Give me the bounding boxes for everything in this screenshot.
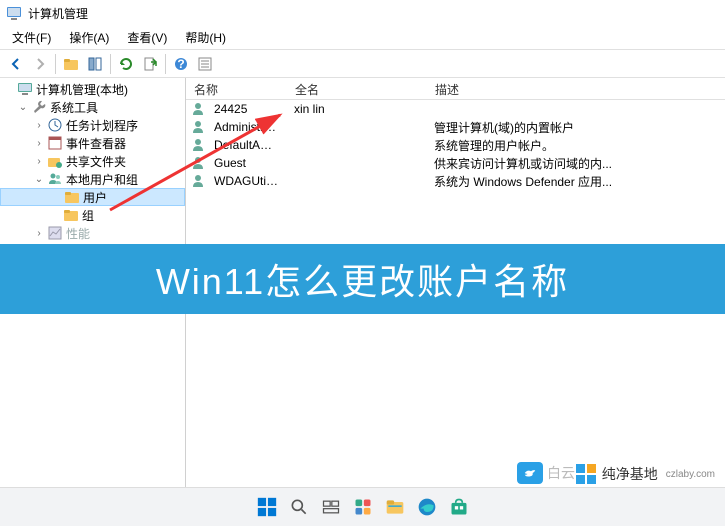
column-name[interactable]: 名称 — [186, 78, 286, 99]
back-button[interactable] — [4, 52, 28, 76]
taskview-icon[interactable] — [319, 495, 343, 519]
user-row[interactable]: 24425xin lin — [186, 100, 725, 118]
user-icon — [190, 137, 206, 153]
properties-button[interactable] — [193, 52, 217, 76]
tree-users[interactable]: › 用户 — [0, 188, 185, 206]
user-row[interactable]: Guest 供来宾访问计算机或访问域的内... — [186, 154, 725, 172]
column-description[interactable]: 描述 — [426, 78, 725, 99]
perf-icon — [47, 225, 63, 241]
tree-label: 组 — [82, 207, 94, 224]
user-row[interactable]: WDAGUtilit... 系统为 Windows Defender 应用... — [186, 172, 725, 190]
tree-local-users-groups[interactable]: ⌄ 本地用户和组 — [0, 170, 185, 188]
folder-icon — [64, 189, 80, 205]
user-icon — [190, 101, 206, 117]
tree-shared-folders[interactable]: › 共享文件夹 — [0, 152, 185, 170]
store-icon[interactable] — [447, 495, 471, 519]
overlay-banner: Win11怎么更改账户名称 — [0, 244, 725, 314]
tree-task-scheduler[interactable]: › 任务计划程序 — [0, 116, 185, 134]
user-row[interactable]: DefaultAcc... 系统管理的用户帐户。 — [186, 136, 725, 154]
cell-fullname: xin lin — [286, 102, 426, 116]
cell-desc: 系统为 Windows Defender 应用... — [426, 173, 725, 190]
toolbar: ? — [0, 50, 725, 78]
svg-text:?: ? — [177, 57, 184, 71]
user-icon — [190, 119, 206, 135]
tree-event-viewer[interactable]: › 事件查看器 — [0, 134, 185, 152]
edge-icon[interactable] — [415, 495, 439, 519]
tree-label: 计算机管理(本地) — [36, 81, 128, 98]
watermark-right: 纯净基地 czlaby.com — [576, 464, 715, 484]
cell-name: DefaultAcc... — [206, 138, 286, 152]
expander[interactable]: ⌄ — [16, 100, 30, 114]
user-icon — [190, 173, 206, 189]
export-button[interactable] — [138, 52, 162, 76]
cell-name: Guest — [206, 156, 286, 170]
toolbar-separator — [110, 54, 111, 74]
users-icon — [47, 171, 63, 187]
watermark-logo-icon — [576, 464, 596, 484]
menu-view[interactable]: 查看(V) — [119, 26, 175, 49]
expander[interactable]: › — [32, 136, 46, 150]
show-hide-button[interactable] — [83, 52, 107, 76]
user-icon — [190, 155, 206, 171]
tree-performance[interactable]: › 性能 — [0, 224, 185, 242]
titlebar: 计算机管理 — [0, 0, 725, 26]
watermark-url: czlaby.com — [666, 469, 715, 480]
watermark-left-text: 白云 — [547, 463, 575, 483]
expander[interactable]: › — [32, 154, 46, 168]
tree-label: 任务计划程序 — [66, 117, 138, 134]
folder-icon — [63, 207, 79, 223]
forward-button[interactable] — [28, 52, 52, 76]
event-icon — [47, 135, 63, 151]
menubar: 文件(F) 操作(A) 查看(V) 帮助(H) — [0, 26, 725, 50]
toolbar-separator — [55, 54, 56, 74]
widgets-icon[interactable] — [351, 495, 375, 519]
expander[interactable]: ⌄ — [32, 172, 46, 186]
tree-groups[interactable]: › 组 — [0, 206, 185, 224]
user-row[interactable]: Administrat... 管理计算机(域)的内置帐户 — [186, 118, 725, 136]
tree-label: 事件查看器 — [66, 135, 126, 152]
search-icon[interactable] — [287, 495, 311, 519]
wrench-icon — [31, 99, 47, 115]
clock-icon — [47, 117, 63, 133]
cell-desc: 管理计算机(域)的内置帐户 — [426, 119, 725, 136]
cell-desc: 供来宾访问计算机或访问域的内... — [426, 155, 725, 172]
list-header: 名称 全名 描述 — [186, 78, 725, 100]
bird-icon — [517, 462, 543, 484]
menu-help[interactable]: 帮助(H) — [177, 26, 234, 49]
cell-name: 24425 — [206, 102, 286, 116]
expander[interactable]: › — [32, 226, 46, 240]
tree-label: 性能 — [66, 225, 90, 242]
cell-name: Administrat... — [206, 120, 286, 134]
menu-file[interactable]: 文件(F) — [4, 26, 59, 49]
share-icon — [47, 153, 63, 169]
watermark-text: 纯净基地 — [602, 464, 658, 484]
watermark-left: 白云 — [517, 462, 575, 484]
taskbar[interactable] — [0, 488, 725, 526]
expander[interactable]: › — [32, 118, 46, 132]
cell-desc: 系统管理的用户帐户。 — [426, 137, 725, 154]
column-fullname[interactable]: 全名 — [286, 78, 426, 99]
start-button[interactable] — [255, 495, 279, 519]
folder-up-button[interactable] — [59, 52, 83, 76]
computer-icon — [17, 81, 33, 97]
tree-label: 共享文件夹 — [66, 153, 126, 170]
help-button[interactable]: ? — [169, 52, 193, 76]
tree-label: 本地用户和组 — [66, 171, 138, 188]
overlay-text: Win11怎么更改账户名称 — [156, 253, 569, 305]
window-title: 计算机管理 — [28, 5, 88, 22]
tree-label: 用户 — [83, 189, 107, 206]
explorer-icon[interactable] — [383, 495, 407, 519]
app-icon — [6, 5, 22, 21]
tree-label: 系统工具 — [50, 99, 98, 116]
tree-root[interactable]: ▾ 计算机管理(本地) — [0, 80, 185, 98]
tree-system-tools[interactable]: ⌄ 系统工具 — [0, 98, 185, 116]
refresh-button[interactable] — [114, 52, 138, 76]
toolbar-separator — [165, 54, 166, 74]
menu-action[interactable]: 操作(A) — [61, 26, 117, 49]
cell-name: WDAGUtilit... — [206, 174, 286, 188]
